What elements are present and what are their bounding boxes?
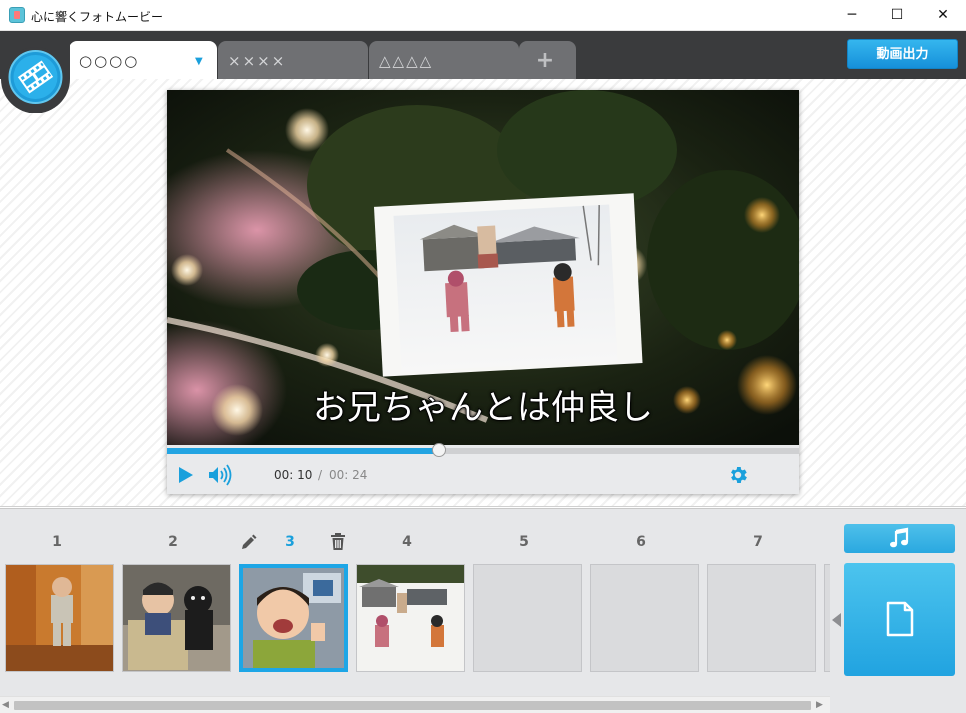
scroll-left-icon[interactable]: ◀ bbox=[2, 700, 9, 710]
timeline-slot[interactable] bbox=[5, 564, 114, 672]
close-button[interactable]: ✕ bbox=[920, 0, 966, 31]
export-video-button[interactable]: 動画出力 bbox=[847, 39, 958, 69]
add-music-button[interactable] bbox=[844, 524, 955, 553]
maximize-button[interactable]: ☐ bbox=[874, 0, 920, 31]
slot-number: 7 bbox=[753, 534, 763, 550]
slot-thumbnail bbox=[357, 565, 464, 671]
gear-icon[interactable] bbox=[727, 464, 749, 486]
seek-progress bbox=[167, 448, 439, 454]
timeline-slot-empty[interactable] bbox=[707, 564, 816, 672]
play-icon[interactable] bbox=[176, 465, 196, 485]
add-tab-button[interactable]: + bbox=[519, 41, 576, 79]
timeline-slot-empty[interactable] bbox=[473, 564, 582, 672]
collapse-arrow-icon[interactable] bbox=[832, 613, 841, 627]
timeline-slot-empty[interactable] bbox=[590, 564, 699, 672]
scrollbar-thumb[interactable] bbox=[14, 701, 811, 710]
slot-thumbnail bbox=[123, 565, 230, 671]
plus-icon: + bbox=[535, 48, 555, 73]
timeline-slot[interactable] bbox=[356, 564, 465, 672]
tab-project-2[interactable]: ×××× bbox=[218, 41, 368, 79]
timeline-slot-selected[interactable] bbox=[239, 564, 348, 672]
slot-number: 2 bbox=[168, 534, 178, 550]
seek-handle[interactable] bbox=[431, 443, 446, 457]
video-subtitle: お兄ちゃんとは仲良し bbox=[312, 387, 654, 429]
add-text-button[interactable] bbox=[844, 563, 955, 676]
slot-thumbnail bbox=[6, 565, 113, 671]
volume-icon[interactable] bbox=[207, 464, 235, 486]
slot-thumbnail bbox=[243, 568, 344, 668]
slot-number: 6 bbox=[636, 534, 646, 550]
minimize-button[interactable]: ─ bbox=[829, 0, 875, 31]
tab-label: △△△△ bbox=[379, 52, 434, 70]
document-icon bbox=[886, 601, 914, 637]
slot-number: 5 bbox=[519, 534, 529, 550]
film-logo-icon bbox=[1, 35, 70, 113]
tab-project-1[interactable]: ○○○○ ▼ bbox=[69, 41, 217, 79]
chevron-down-icon[interactable]: ▼ bbox=[195, 56, 203, 67]
window-title: 心に響くフォトムービー bbox=[31, 10, 164, 24]
timeline-slot[interactable] bbox=[122, 564, 231, 672]
slot-number: 1 bbox=[52, 534, 62, 550]
tab-label: ○○○○ bbox=[79, 52, 140, 70]
music-note-icon bbox=[890, 527, 909, 548]
tab-project-3[interactable]: △△△△ bbox=[369, 41, 519, 79]
scroll-right-icon[interactable]: ▶ bbox=[816, 700, 823, 710]
total-time: 00: 24 bbox=[329, 468, 368, 482]
timeline-slot-empty[interactable] bbox=[824, 564, 830, 672]
pencil-icon[interactable] bbox=[240, 533, 258, 551]
horizontal-scrollbar[interactable]: ◀ ▶ bbox=[0, 696, 830, 713]
video-player: お兄ちゃんとは仲良し 00: 10 / 00: 24 bbox=[167, 90, 799, 494]
slot-number: 4 bbox=[402, 534, 412, 550]
trash-icon[interactable] bbox=[329, 532, 347, 551]
tab-label: ×××× bbox=[228, 52, 287, 70]
time-separator: / bbox=[318, 468, 323, 482]
seek-bar[interactable] bbox=[167, 443, 799, 457]
current-time: 00: 10 bbox=[274, 468, 313, 482]
app-icon bbox=[9, 7, 25, 23]
window-titlebar: 心に響くフォトムービー ─ ☐ ✕ bbox=[0, 0, 966, 31]
